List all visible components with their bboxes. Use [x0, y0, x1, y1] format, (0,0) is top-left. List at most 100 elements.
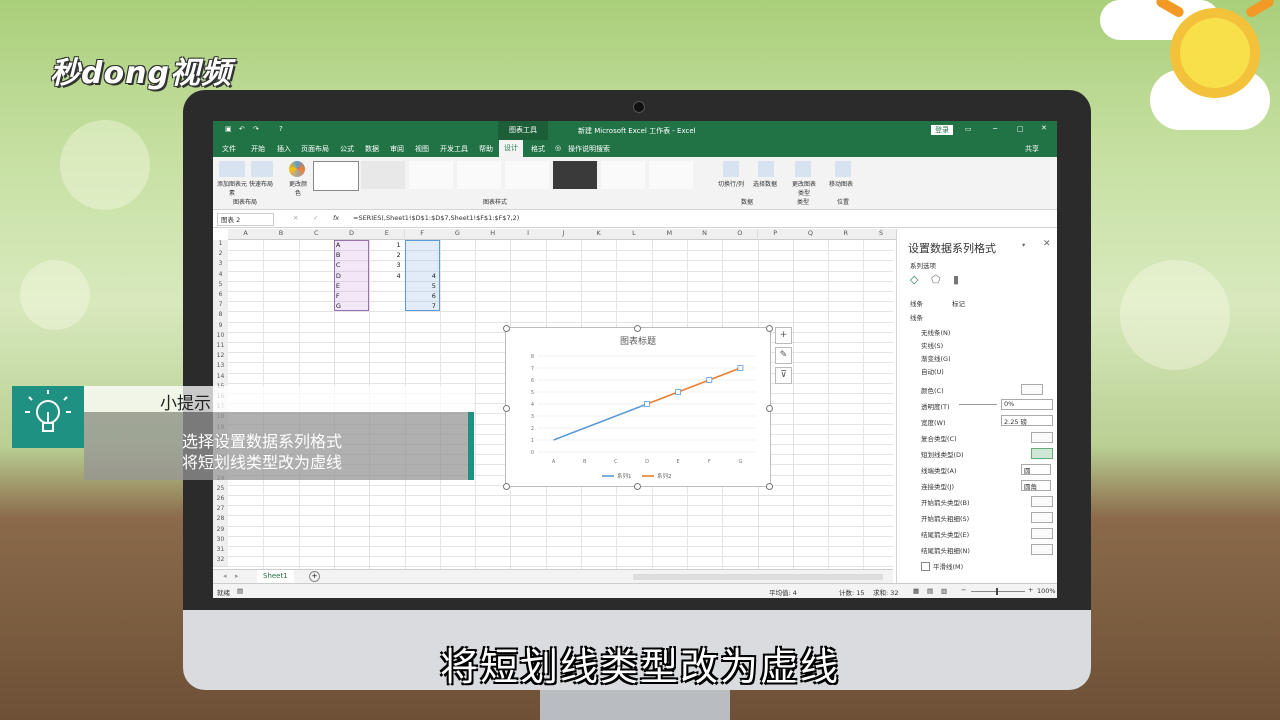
transparency-slider[interactable] [959, 404, 997, 405]
cell[interactable]: 5 [432, 282, 436, 290]
cell[interactable]: 4 [432, 272, 436, 280]
join-type-dropdown[interactable]: 圆角 [1021, 480, 1051, 491]
column-header[interactable]: Q [792, 229, 830, 240]
pane-options-icon[interactable]: ▾ [1022, 241, 1025, 249]
column-header[interactable]: A [228, 229, 265, 240]
change-chart-type-button[interactable]: 更改图表类型 [791, 179, 817, 197]
tab-page-layout[interactable]: 页面布局 [301, 144, 329, 154]
normal-view-icon[interactable]: ▦ [913, 587, 919, 595]
column-header[interactable]: B [263, 229, 300, 240]
radio-gradient-line[interactable]: 渐变线(G) [921, 353, 951, 363]
chart-style-thumb[interactable] [457, 161, 501, 189]
effects-icon[interactable]: ⬠ [931, 273, 941, 286]
chart-style-thumb[interactable] [361, 161, 405, 189]
horizontal-scrollbar[interactable] [633, 574, 883, 580]
column-header[interactable]: L [616, 229, 653, 240]
ribbon-display-icon[interactable]: ▭ [965, 125, 972, 133]
series-options-dropdown[interactable]: 系列选项 [910, 260, 936, 270]
chart-title[interactable]: 图表标题 [620, 335, 656, 347]
selection-marker[interactable] [737, 365, 744, 371]
quick-layout-button[interactable]: 快速布局 [249, 179, 273, 188]
add-chart-element-icon[interactable] [219, 161, 245, 177]
tab-developer[interactable]: 开发工具 [440, 144, 468, 154]
add-sheet-icon[interactable]: + [309, 571, 320, 582]
tab-data[interactable]: 数据 [365, 144, 379, 154]
change-colors-button[interactable]: 更改颜色 [287, 179, 309, 197]
width-input[interactable]: 2.25 磅 [1001, 415, 1053, 426]
begin-arrow-size-dropdown[interactable] [1031, 512, 1053, 523]
tab-marker[interactable]: 标记 [952, 298, 965, 308]
chart-styles-brush-icon[interactable]: ✎ [775, 347, 792, 364]
tab-format[interactable]: 格式 [531, 144, 545, 154]
close-icon[interactable]: ✕ [1041, 124, 1047, 132]
row-header[interactable]: 32 [213, 556, 228, 568]
tell-me-search[interactable]: 操作说明搜索 [568, 144, 610, 154]
cell[interactable]: A [336, 241, 340, 249]
cell[interactable]: 2 [397, 251, 401, 259]
resize-handle[interactable] [503, 405, 510, 412]
chart-style-thumb[interactable] [553, 161, 597, 189]
fill-line-icon[interactable]: ◇ [910, 273, 918, 286]
redo-icon[interactable]: ↷ [253, 125, 259, 133]
zoom-level[interactable]: 100% [1037, 587, 1056, 595]
select-data-icon[interactable] [758, 161, 774, 177]
radio-no-line[interactable]: 无线条(N) [921, 327, 950, 337]
transparency-input[interactable]: 0% [1001, 399, 1053, 410]
column-header[interactable]: C [298, 229, 335, 240]
tab-review[interactable]: 审阅 [390, 144, 404, 154]
change-chart-type-icon[interactable] [795, 161, 811, 177]
series-line-1[interactable] [553, 403, 648, 441]
column-header[interactable]: E [369, 229, 406, 240]
cell[interactable]: 6 [432, 292, 436, 300]
chart-style-thumb[interactable] [313, 161, 359, 191]
column-header[interactable]: N [686, 229, 724, 240]
tab-home[interactable]: 开始 [251, 144, 265, 154]
smooth-line-checkbox[interactable] [921, 562, 930, 571]
column-header[interactable]: I [510, 229, 547, 240]
cell[interactable]: 4 [397, 272, 401, 280]
zoom-in-icon[interactable]: + [1028, 586, 1033, 594]
fx-icon[interactable]: fx [333, 214, 339, 222]
radio-solid-line[interactable]: 实线(S) [921, 340, 943, 350]
share-button[interactable]: 共享 [1025, 144, 1039, 154]
page-layout-view-icon[interactable]: ▤ [927, 587, 933, 595]
chart-filter-icon[interactable]: ⊽ [775, 367, 792, 384]
series-options-icon[interactable]: ▮ [953, 273, 959, 286]
cell[interactable]: F [336, 292, 340, 300]
cell[interactable]: 1 [397, 241, 401, 249]
column-header[interactable]: O [722, 229, 759, 240]
column-header[interactable]: J [545, 229, 582, 240]
column-header[interactable]: F [404, 229, 441, 240]
pane-close-icon[interactable]: ✕ [1043, 239, 1051, 249]
sheet-prev-icon[interactable]: ◂ [223, 572, 227, 580]
tab-design[interactable]: 设计 [499, 140, 523, 157]
chart-style-thumb[interactable] [649, 161, 693, 189]
column-header[interactable]: G [439, 229, 477, 240]
column-header[interactable]: P [757, 229, 794, 240]
compound-type-dropdown[interactable] [1031, 432, 1053, 443]
resize-handle[interactable] [503, 483, 510, 490]
column-header[interactable]: D [333, 229, 371, 240]
column-header[interactable]: M [651, 229, 688, 240]
zoom-slider[interactable] [971, 591, 1025, 592]
section-line-header[interactable]: 线条 [910, 312, 923, 322]
resize-handle[interactable] [766, 483, 773, 490]
tab-help[interactable]: 帮助 [479, 144, 493, 154]
end-arrow-size-dropdown[interactable] [1031, 544, 1053, 555]
change-colors-icon[interactable] [289, 161, 305, 177]
line-chart[interactable]: 图表标题 0 1 2 3 4 5 6 7 8 A B C D E F G 系列1 系列2 [505, 327, 771, 487]
help-icon[interactable]: ? [279, 125, 283, 133]
macro-record-icon[interactable]: ▤ [237, 587, 243, 595]
move-chart-button[interactable]: 移动图表 [829, 179, 853, 188]
chart-style-thumb[interactable] [601, 161, 645, 189]
quick-layout-icon[interactable] [251, 161, 273, 177]
series-line-2[interactable] [646, 367, 741, 405]
login-button[interactable]: 登录 [931, 125, 953, 135]
selection-marker[interactable] [675, 389, 682, 395]
undo-icon[interactable]: ↶ [239, 125, 245, 133]
radio-automatic[interactable]: 自动(U) [921, 366, 944, 376]
color-picker[interactable] [1021, 384, 1043, 395]
cell[interactable]: G [336, 302, 341, 310]
cell[interactable]: 7 [432, 302, 436, 310]
formula-input[interactable]: =SERIES(,Sheet1!$D$1:$D$7,Sheet1!$F$1:$F… [353, 214, 519, 222]
